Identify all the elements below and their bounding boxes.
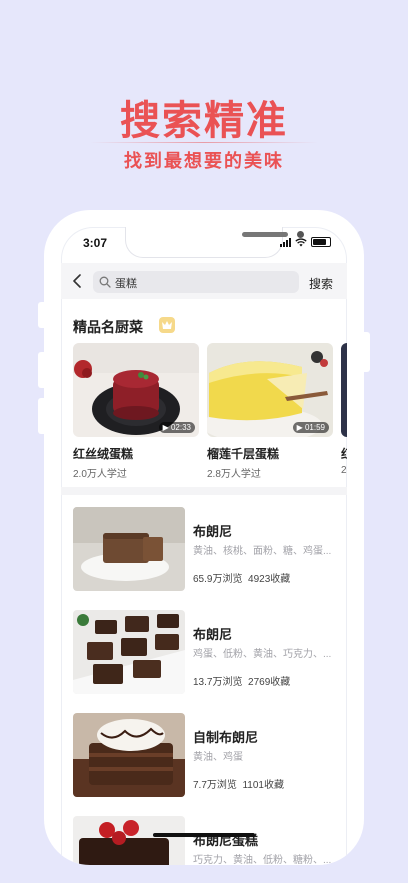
recipe-favorites: 4923收藏 bbox=[248, 574, 291, 585]
home-indicator bbox=[153, 833, 255, 837]
brownie-loaf-image bbox=[73, 507, 185, 591]
card-learners: 2.0万人学过 bbox=[73, 469, 127, 480]
recipe-ingredients: 黄油、核桃、面粉、糖、鸡蛋... bbox=[193, 546, 332, 557]
wifi-icon bbox=[295, 238, 307, 247]
promo-subline: 找到最想要的美味 bbox=[124, 151, 284, 171]
featured-card[interactable]: 红 2 bbox=[341, 343, 347, 476]
recipe-list-item[interactable]: 自制布朗尼 黄油、鸡蛋 7.7万浏览 1101收藏 bbox=[73, 713, 343, 797]
red-velvet-cake-image: ▶ 02:33 bbox=[73, 343, 199, 437]
card-learners: 2.8万人学过 bbox=[207, 469, 261, 480]
recipe-title: 布朗尼 bbox=[193, 627, 233, 642]
search-button[interactable]: 搜索 bbox=[309, 275, 333, 292]
featured-section-title: 精品名厨菜 bbox=[73, 319, 143, 335]
search-input[interactable]: 蛋糕 bbox=[93, 271, 299, 293]
phone-power-button bbox=[364, 332, 370, 372]
recipe-stats: 65.9万浏览 4923收藏 bbox=[193, 570, 290, 585]
video-duration-badge: ▶ 02:33 bbox=[158, 422, 195, 433]
battery-icon bbox=[311, 237, 331, 247]
brownie-squares-image bbox=[73, 610, 185, 694]
recipe-ingredients: 巧克力、黄油、低粉、糖粉、... bbox=[193, 855, 332, 865]
recipe-favorites: 2769收藏 bbox=[248, 677, 291, 688]
recipe-list-item[interactable]: 布朗尼蛋糕 巧克力、黄油、低粉、糖粉、... bbox=[73, 816, 343, 865]
recipe-views: 13.7万浏览 bbox=[193, 677, 243, 688]
video-duration-badge: ▶ 01:59 bbox=[292, 422, 329, 433]
search-query: 蛋糕 bbox=[115, 278, 137, 290]
promo-divider bbox=[90, 142, 318, 143]
phone-notch bbox=[125, 227, 304, 258]
recipe-list-item[interactable]: 布朗尼 鸡蛋、低粉、黄油、巧克力、... 13.7万浏览 2769收藏 bbox=[73, 610, 343, 694]
recipe-stats: 7.7万浏览 1101收藏 bbox=[193, 776, 284, 791]
recipe-views: 7.7万浏览 bbox=[193, 780, 237, 791]
recipe-views: 65.9万浏览 bbox=[193, 574, 243, 585]
search-header: 蛋糕 搜索 bbox=[61, 263, 347, 299]
card-title: 红丝绒蛋糕 bbox=[73, 447, 134, 461]
status-time: 3:07 bbox=[83, 236, 108, 250]
recipe-ingredients: 鸡蛋、低粉、黄油、巧克力、... bbox=[193, 649, 332, 660]
recipe-title: 自制布朗尼 bbox=[193, 730, 259, 745]
recipe-ingredients: 黄油、鸡蛋 bbox=[193, 752, 243, 763]
durian-crepe-cake-image: ▶ 01:59 bbox=[207, 343, 333, 437]
card-title: 榴莲千层蛋糕 bbox=[207, 447, 280, 461]
status-icons bbox=[280, 237, 331, 247]
brownie-cake-image bbox=[73, 816, 185, 865]
search-icon bbox=[99, 276, 111, 288]
featured-card[interactable]: ▶ 01:59 榴莲千层蛋糕 2.8万人学过 bbox=[207, 343, 333, 480]
recipe-title: 布朗尼 bbox=[193, 524, 233, 539]
featured-card-image bbox=[341, 343, 347, 437]
phone-frame: 3:07 蛋糕 搜索 精品名厨菜 ▶ 02:33 红丝绒蛋糕 2.0万人学过 ▶… bbox=[44, 210, 364, 865]
recipe-favorites: 1101收藏 bbox=[242, 780, 284, 791]
recipe-list-item[interactable]: 布朗尼 黄油、核桃、面粉、糖、鸡蛋... 65.9万浏览 4923收藏 bbox=[73, 507, 343, 591]
section-divider bbox=[61, 487, 347, 495]
brownie-ice-cream-image bbox=[73, 713, 185, 797]
app-screen: 3:07 蛋糕 搜索 精品名厨菜 ▶ 02:33 红丝绒蛋糕 2.0万人学过 ▶… bbox=[61, 227, 347, 865]
recipe-stats: 13.7万浏览 2769收藏 bbox=[193, 673, 290, 688]
card-title: 红 bbox=[341, 445, 347, 462]
featured-card[interactable]: ▶ 02:33 红丝绒蛋糕 2.0万人学过 bbox=[73, 343, 199, 480]
card-learners: 2 bbox=[341, 465, 347, 476]
promo-headline: 搜索精准 bbox=[120, 99, 288, 143]
signal-icon bbox=[280, 238, 291, 247]
back-arrow-icon[interactable] bbox=[71, 274, 85, 288]
crown-badge-icon bbox=[159, 317, 175, 333]
